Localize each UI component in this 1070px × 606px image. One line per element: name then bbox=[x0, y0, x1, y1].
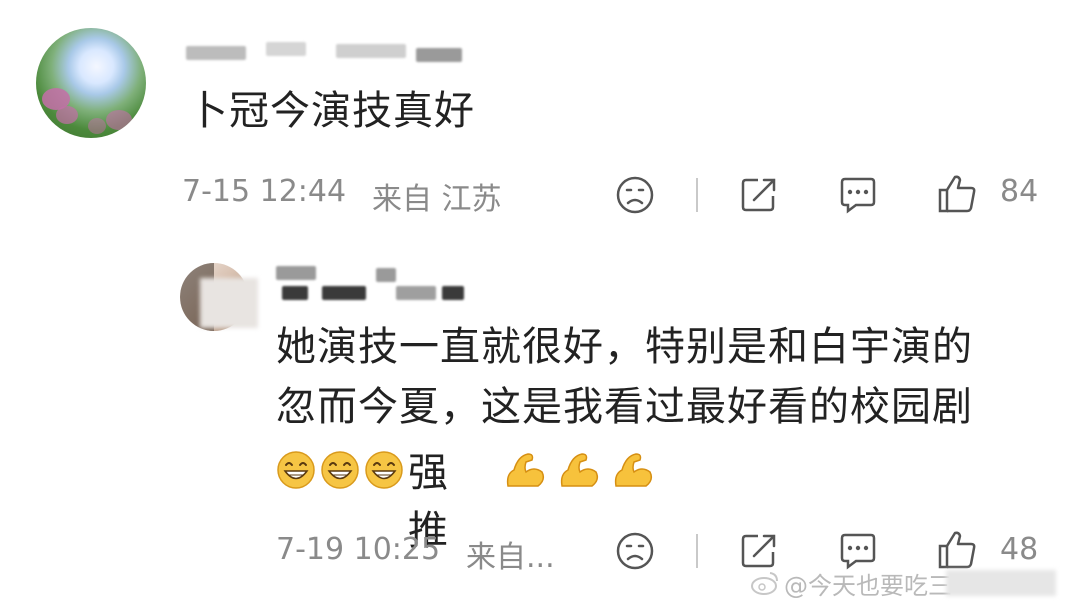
sad-face-icon[interactable] bbox=[614, 530, 656, 572]
comment-icon[interactable] bbox=[836, 174, 880, 216]
flex-arm-emoji-icon bbox=[502, 448, 548, 498]
grin-emoji-icon bbox=[276, 450, 316, 494]
comment-text-line: 她演技一直就很好，特别是和白宇演的 bbox=[276, 324, 973, 370]
comment-text-line: 忽而今夏，这是我看过最好看的校园剧 bbox=[276, 384, 973, 430]
divider bbox=[696, 178, 698, 212]
like-count: 48 bbox=[1000, 532, 1039, 567]
like-icon[interactable] bbox=[936, 172, 980, 216]
avatar[interactable] bbox=[36, 28, 146, 138]
comment-location: 来自 江苏 bbox=[372, 182, 502, 217]
comment-location: 来自... bbox=[466, 540, 555, 575]
comment-time: 7-19 10:25 bbox=[276, 532, 441, 567]
share-icon[interactable] bbox=[738, 174, 780, 216]
avatar-redaction bbox=[200, 278, 258, 328]
grin-emoji-icon bbox=[364, 450, 404, 494]
comment-text: 卜冠今演技真好 bbox=[188, 88, 475, 134]
sad-face-icon[interactable] bbox=[614, 174, 656, 216]
share-icon[interactable] bbox=[738, 530, 780, 572]
comment-time: 7-15 12:44 bbox=[182, 174, 347, 209]
flex-arm-emoji-icon bbox=[556, 448, 602, 498]
grin-emoji-icon bbox=[320, 450, 360, 494]
divider bbox=[696, 534, 698, 568]
weibo-logo-icon bbox=[750, 570, 780, 600]
username-redacted[interactable] bbox=[276, 262, 466, 304]
like-count: 84 bbox=[1000, 174, 1039, 209]
flex-arm-emoji-icon bbox=[610, 448, 656, 498]
watermark-redaction bbox=[946, 570, 1056, 596]
watermark-text: @今天也要吃三 bbox=[784, 572, 952, 600]
username-redacted[interactable] bbox=[186, 38, 462, 68]
